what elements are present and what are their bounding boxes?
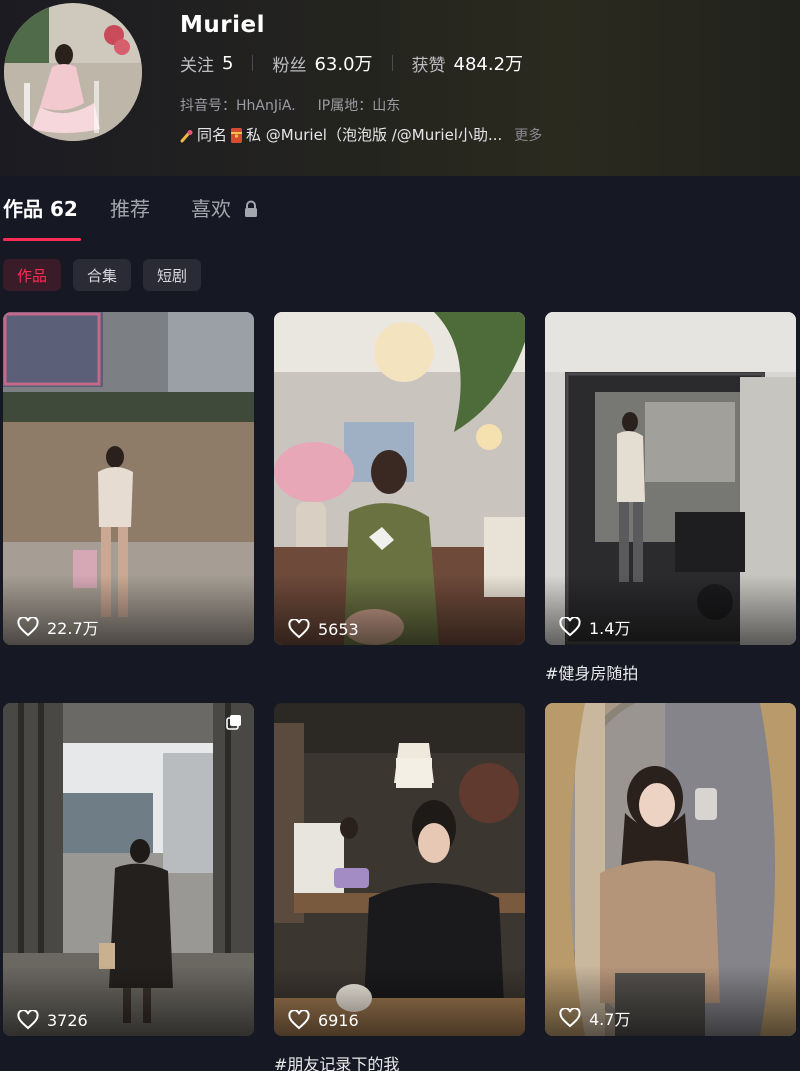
stat-divider — [391, 55, 393, 71]
video-caption[interactable]: #朋友记录下的我 — [274, 1051, 399, 1071]
likes-count: 22.7万 — [47, 619, 99, 638]
video-card[interactable]: 3726 — [3, 703, 254, 1036]
stat-label: 粉丝 — [272, 55, 307, 76]
video-card[interactable]: 4.7万 — [545, 703, 796, 1036]
heart-icon — [17, 1010, 39, 1030]
douyin-id: 抖音号：HhAnJiA. — [180, 98, 296, 114]
video-card[interactable]: 5653 — [274, 312, 525, 645]
stat-following[interactable]: 关注 5 — [180, 51, 233, 76]
heart-icon — [288, 1010, 310, 1030]
tab-works[interactable]: 作品 62 — [3, 193, 78, 222]
bio-text: 同名 — [197, 126, 228, 144]
likes-count: 1.4万 — [589, 619, 631, 638]
filter-short-drama[interactable]: 短剧 — [143, 259, 202, 291]
stat-value: 484.2万 — [453, 54, 524, 75]
video-card[interactable]: 6916 — [274, 703, 525, 1036]
sparkle-emoji-icon — [180, 129, 193, 142]
red-envelope-emoji-icon — [231, 128, 243, 143]
username: Muriel — [180, 12, 265, 38]
tab-likes-label: 喜欢 — [191, 197, 231, 221]
heart-icon — [559, 617, 581, 637]
stat-label: 获赞 — [411, 55, 446, 76]
filter-chips: 作品 合集 短剧 — [3, 259, 213, 291]
likes-count: 3726 — [47, 1010, 88, 1030]
content-tabs: 作品 62 推荐 喜欢 — [0, 193, 800, 243]
likes-count: 4.7万 — [589, 1010, 631, 1029]
stat-value: 5 — [222, 52, 234, 74]
video-likes: 5653 — [288, 619, 359, 639]
stat-likes: 获赞 484.2万 — [412, 50, 524, 76]
likes-count: 6916 — [318, 1010, 359, 1030]
heart-icon — [559, 1008, 581, 1028]
video-likes: 4.7万 — [559, 1006, 630, 1030]
video-card[interactable]: 1.4万 — [545, 312, 796, 645]
stat-label: 关注 — [180, 55, 214, 76]
stat-value: 63.0万 — [314, 54, 373, 75]
video-card[interactable]: 22.7万 — [3, 312, 254, 645]
tab-works-count: 62 — [49, 197, 78, 221]
ip-location: IP属地：山东 — [317, 98, 401, 114]
tab-likes[interactable]: 喜欢 — [191, 193, 259, 222]
video-likes: 3726 — [17, 1010, 88, 1030]
profile-bio: 同名 私 @Muriel（泡泡版 /@Muriel小助... 更多 — [180, 124, 542, 145]
video-likes: 1.4万 — [559, 615, 630, 639]
profile-header: Muriel 关注 5 粉丝 63.0万 获赞 484.2万 抖音号：HhAnJ… — [0, 0, 800, 176]
collection-icon — [226, 715, 241, 730]
heart-icon — [17, 617, 39, 637]
stat-followers[interactable]: 粉丝 63.0万 — [272, 50, 372, 76]
filter-collections[interactable]: 合集 — [73, 259, 132, 291]
bio-more-link[interactable]: 更多 — [514, 125, 542, 145]
tab-recommend-label: 推荐 — [110, 197, 150, 221]
tab-recommend[interactable]: 推荐 — [110, 193, 150, 222]
stat-divider — [252, 55, 254, 71]
video-likes: 6916 — [288, 1010, 359, 1030]
tab-works-label: 作品 — [3, 197, 43, 221]
bio-private-text: 私 @Muriel（泡泡版 /@Muriel小助... — [246, 126, 503, 144]
profile-meta: 抖音号：HhAnJiA. IP属地：山东 — [180, 95, 400, 115]
video-caption[interactable]: #健身房随拍 — [545, 660, 638, 684]
active-tab-indicator — [3, 238, 81, 241]
avatar[interactable] — [4, 3, 142, 141]
heart-icon — [288, 619, 310, 639]
profile-stats: 关注 5 粉丝 63.0万 获赞 484.2万 — [180, 50, 524, 76]
lock-icon — [245, 200, 258, 217]
likes-count: 5653 — [318, 619, 359, 639]
filter-works[interactable]: 作品 — [3, 259, 62, 291]
video-likes: 22.7万 — [17, 615, 99, 639]
